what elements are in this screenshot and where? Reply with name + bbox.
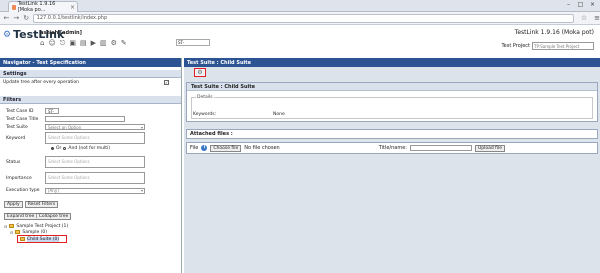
suite-actions-gear-button[interactable]: ⚙ (194, 68, 206, 77)
apply-button[interactable]: Apply (4, 201, 23, 208)
no-file-text: No file chosen (244, 145, 280, 151)
report-icon[interactable]: ▥ (100, 39, 107, 48)
back-icon[interactable]: ← (3, 14, 10, 22)
address-bar: ← → ↻ 127.0.0.1/testlink/index.php ☆ ≡ (0, 12, 600, 25)
browser-tab-bar: TestLink 1.9.16 [Moka po... × – □ × (0, 0, 600, 13)
window-controls: – □ × (564, 1, 597, 8)
and-radio[interactable] (63, 146, 67, 150)
tc-title-input[interactable] (45, 116, 125, 122)
left-navigator: Navigator - Test Specification Settings … (0, 58, 182, 273)
browser-tab[interactable]: TestLink 1.9.16 [Moka po... × (8, 1, 78, 13)
forward-icon[interactable]: → (13, 14, 20, 22)
tree-node-child-suite[interactable]: Child Suite (0) (17, 235, 67, 243)
exec-type-select[interactable]: [Any] ▾ (45, 187, 145, 194)
settings-icon[interactable]: ⚙ (111, 39, 117, 48)
right-content: Test Suite : Child Suite ⚙ Test Suite : … (184, 58, 600, 273)
or-radio[interactable] (51, 146, 54, 150)
info-icon[interactable]: i (201, 145, 208, 151)
version-label: TestLink 1.9.16 (Moka pot) (514, 29, 594, 36)
title-label: Title/name: (378, 145, 407, 151)
project-select[interactable]: TP:Sample Test Project (532, 42, 594, 50)
keyword-label: Keyword (6, 135, 26, 141)
execute-icon[interactable]: ▶ (91, 39, 96, 48)
user-icon[interactable]: ☺ (48, 39, 55, 48)
settings-header: Settings (0, 70, 181, 78)
details-legend: Details (196, 95, 214, 100)
status-multiselect[interactable]: Select Some Options (45, 156, 145, 168)
suite-details-panel: Test Suite : Child Suite Details Keyword… (186, 82, 598, 122)
file-upload-row: File i Choose file No file chosen Title/… (186, 142, 598, 154)
close-window-icon[interactable]: × (588, 1, 597, 8)
requirements-icon[interactable]: ✎ (121, 39, 127, 48)
keywords-label: Keywords: (193, 112, 217, 117)
user-label: ashish [admin] (40, 30, 82, 36)
update-tree-label: Update tree after every operation (3, 79, 80, 85)
minimize-icon[interactable]: – (564, 1, 573, 8)
project-selector: Test Project TP:Sample Test Project (501, 42, 594, 50)
chevron-down-icon: ▾ (140, 124, 143, 130)
exec-type-label: Execution type (6, 188, 40, 193)
content-title: Test Suite : Child Suite (184, 58, 600, 67)
status-label: Status (6, 159, 21, 165)
folder-icon (15, 230, 21, 234)
chevron-down-icon: ▾ (140, 188, 143, 193)
content-toolbar: ⚙ (184, 67, 600, 77)
collapse-icon[interactable]: ⊟ (10, 230, 13, 235)
reload-icon[interactable]: ↻ (23, 14, 30, 22)
expand-collapse-tree[interactable]: Expand tree | Collapse tree (4, 212, 72, 220)
details-fieldset: Details (191, 95, 593, 119)
tree-node-sample[interactable]: ⊟ Sample (0) (4, 229, 181, 235)
folder-icon (20, 237, 25, 241)
logout-icon[interactable]: ⎋ (60, 39, 66, 48)
maximize-icon[interactable]: □ (576, 1, 585, 8)
logo-gear-icon: ⚙ (3, 29, 12, 40)
update-tree-checkbox[interactable]: ✓ (164, 79, 169, 85)
tc-id-input[interactable]: ST- (45, 108, 59, 114)
and-label: And (not for multi) (68, 145, 111, 151)
close-tab-icon[interactable]: × (70, 4, 75, 11)
favicon-icon (12, 4, 16, 10)
or-label: Or (56, 145, 62, 151)
tc-title-label: Test Case Title (6, 116, 39, 122)
url-field[interactable]: 127.0.0.1/testlink/index.php (32, 13, 574, 23)
title-input[interactable] (409, 145, 472, 151)
navigator-title: Navigator - Test Specification (0, 58, 181, 67)
choose-file-button[interactable]: Choose file (210, 144, 242, 152)
reset-filters-button[interactable]: Reset Filters (24, 201, 59, 208)
url-text: 127.0.0.1/testlink/index.php (36, 15, 108, 21)
upload-file-button[interactable]: Upload file (474, 144, 506, 152)
collapse-icon[interactable]: ⊟ (4, 224, 7, 229)
home-icon[interactable]: ⌂ (40, 39, 44, 48)
bookmark-star-icon[interactable]: ☆ (581, 14, 587, 22)
suite-select[interactable]: Select an Option ▾ (45, 124, 145, 130)
spec-icon[interactable]: ▤ (80, 39, 87, 48)
header-icon-bar: ⌂ ☺ ⎋ ▣ ▤ ▶ ▥ ⚙ ✎ (40, 39, 127, 48)
tc-id-label: Test Case ID (6, 108, 34, 114)
keyword-multiselect[interactable]: Select Some Options (45, 132, 145, 144)
folder-icon (9, 224, 15, 228)
attached-files-header: Attached files : (186, 129, 598, 139)
project-label: Test Project (501, 43, 530, 49)
gear-icon: ⚙ (197, 69, 203, 76)
testlink-header: ⚙ TestLink ashish [admin] ⌂ ☺ ⎋ ▣ ▤ ▶ ▥ … (0, 26, 600, 58)
menu-icon[interactable]: ≡ (594, 14, 600, 22)
file-label: File (190, 145, 199, 151)
keywords-value: None (273, 112, 285, 117)
filters-header: Filters (0, 96, 181, 104)
test-spec-tree: ⊟ Sample Test Project (1) ⊟ Sample (0) C… (0, 223, 181, 243)
suite-panel-title: Test Suite : Child Suite (187, 83, 597, 91)
desktop-icon[interactable]: ▣ (69, 39, 76, 48)
suite-label: Test Suite (6, 124, 28, 130)
importance-multiselect[interactable]: Select Some Options (45, 172, 145, 184)
importance-label: Importance (6, 175, 32, 181)
tc-search-input[interactable]: ST- (176, 39, 210, 46)
